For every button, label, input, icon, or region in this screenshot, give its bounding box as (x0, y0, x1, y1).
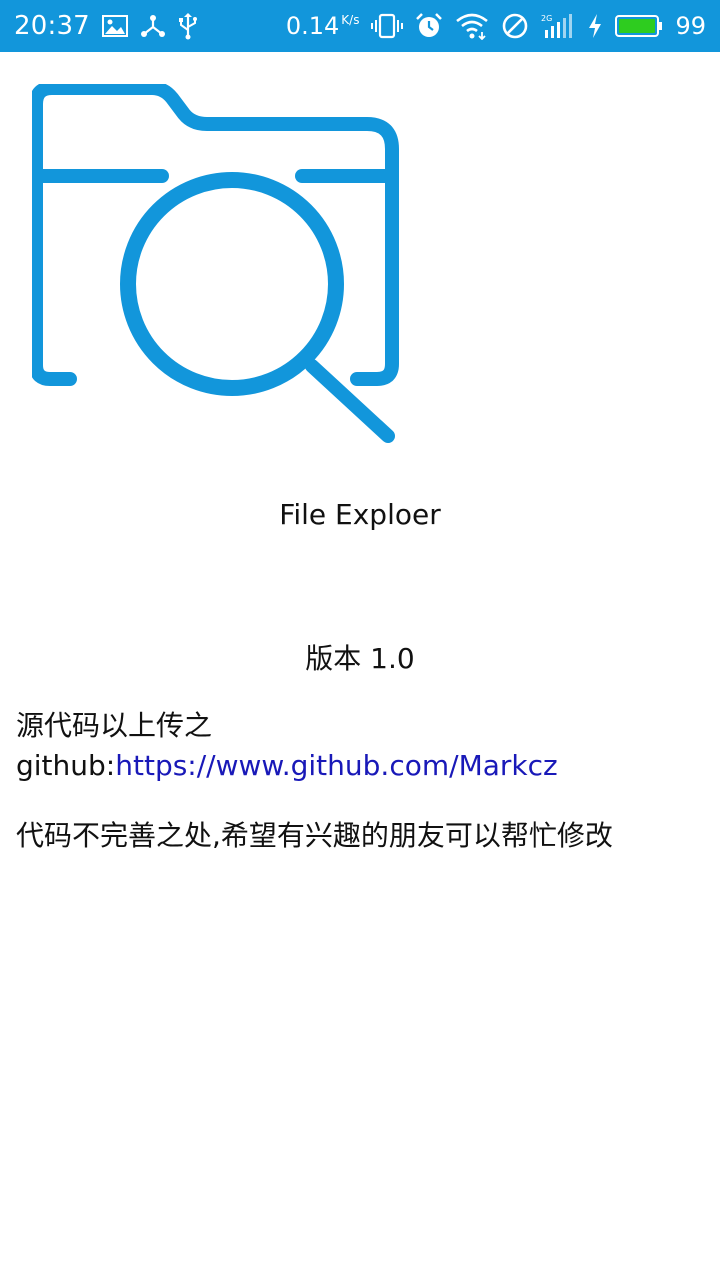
alarm-icon (415, 12, 443, 40)
charging-icon (587, 13, 603, 39)
usb-icon (178, 12, 198, 40)
signal-icon: 2G (541, 12, 575, 40)
github-link[interactable]: https://www.github.com/Markcz (115, 749, 557, 782)
net-speed-value: 0.14 (285, 12, 340, 40)
blocked-icon (501, 12, 529, 40)
status-time: 20:37 (14, 11, 90, 41)
folder-search-icon (29, 81, 402, 446)
app-name: File Exploer (279, 498, 441, 531)
net-speed: 0.14 K/s (286, 12, 360, 40)
status-bar-left: 20:37 (14, 11, 198, 41)
share-icon (140, 14, 166, 38)
battery-percent: 99 (675, 12, 706, 40)
note-text: 代码不完善之处,希望有兴趣的朋友可以帮忙修改 (16, 819, 613, 852)
source-info: 源代码以上传之github:https://www.github.com/Mar… (16, 706, 706, 786)
battery-icon (615, 13, 663, 39)
svg-text:2G: 2G (541, 14, 552, 23)
vibrate-icon (371, 13, 404, 39)
status-bar: 20:37 0.14 K/s 2G 99 (0, 0, 720, 52)
status-bar-right: 0.14 K/s 2G 99 (286, 12, 706, 40)
net-speed-unit: K/s (341, 13, 360, 27)
wifi-icon (455, 12, 489, 40)
version-label: 版本 1.0 (305, 642, 415, 675)
image-icon (101, 15, 128, 37)
about-page: File Exploer 版本 1.0 源代码以上传之github:https:… (0, 52, 720, 1280)
